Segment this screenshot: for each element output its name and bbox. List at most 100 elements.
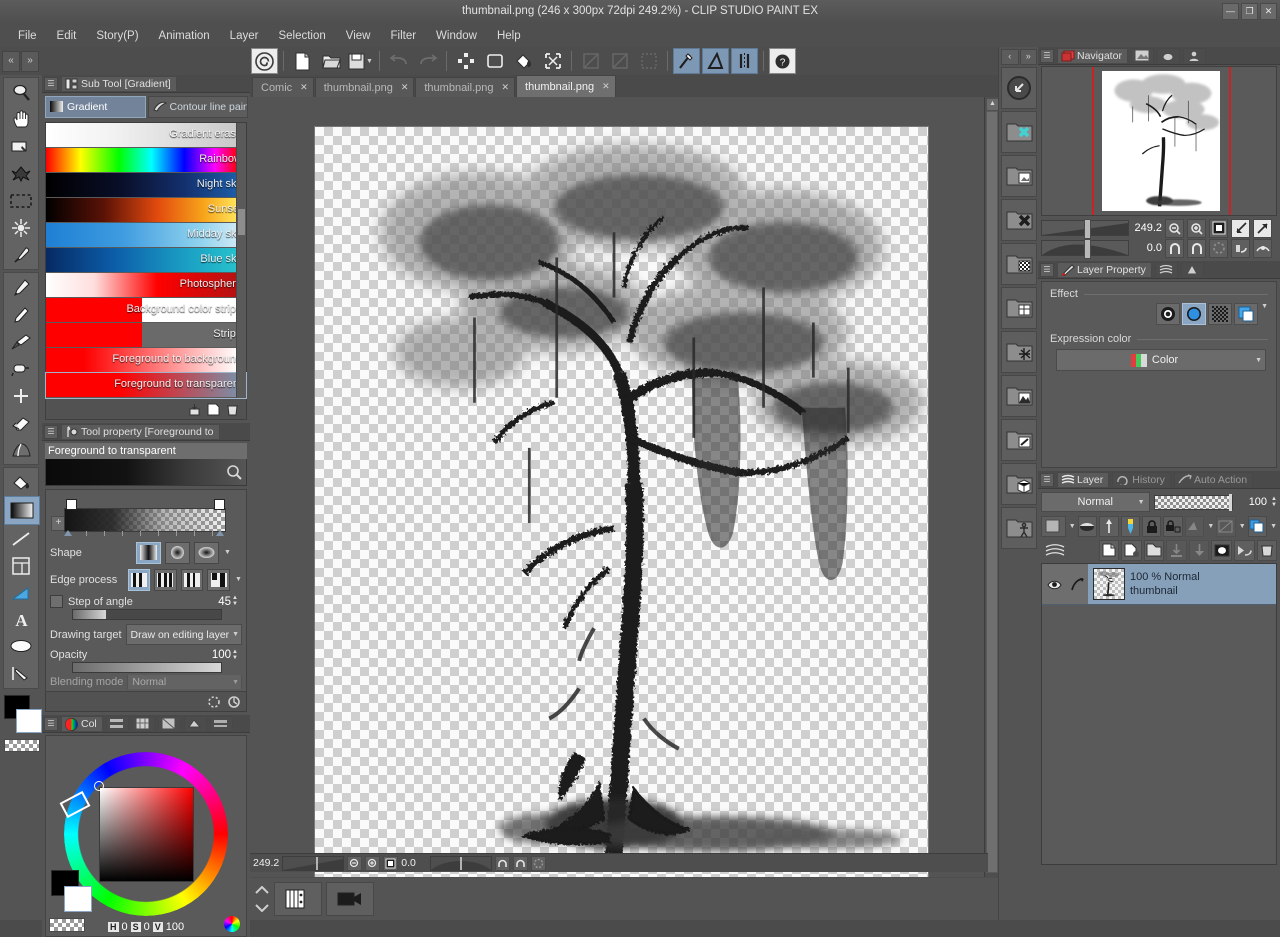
palette-menu-icon[interactable]: ☰ bbox=[1040, 262, 1054, 277]
pen-tool[interactable] bbox=[4, 274, 38, 301]
gradient-preset-row[interactable]: Midday sky bbox=[46, 223, 246, 248]
document-tab[interactable]: Comic ✕ bbox=[252, 77, 314, 97]
layer-mask-icon[interactable] bbox=[1211, 539, 1232, 561]
color-palette-swatches[interactable] bbox=[51, 870, 92, 914]
rotation-slider[interactable] bbox=[430, 855, 493, 871]
select-all-icon[interactable] bbox=[481, 48, 508, 74]
expression-color-dropdown[interactable]: Color ▼ bbox=[1056, 349, 1266, 371]
shape-circle-button[interactable] bbox=[165, 541, 190, 564]
delete-layer-icon[interactable] bbox=[1256, 539, 1278, 561]
palette-menu-icon[interactable]: ☰ bbox=[1040, 472, 1054, 487]
foreground-background-color[interactable] bbox=[4, 695, 42, 752]
tab-navigator[interactable]: Navigator bbox=[1057, 48, 1128, 63]
gradient-opacity-marker-end[interactable] bbox=[216, 530, 224, 536]
layer-color-toggle-icon[interactable] bbox=[1247, 515, 1268, 537]
tab-color-slider[interactable] bbox=[105, 716, 129, 731]
navigator-rotation-handle[interactable] bbox=[1084, 239, 1091, 259]
gradient-preset-row[interactable]: Foreground to background bbox=[46, 348, 246, 373]
opacity-spin-arrows[interactable]: ▲ ▼ bbox=[232, 649, 238, 661]
preview-icon[interactable] bbox=[1253, 238, 1272, 258]
open-file-icon[interactable] bbox=[318, 48, 345, 74]
border-effect-icon[interactable] bbox=[1156, 303, 1181, 325]
effect-visible-icon[interactable] bbox=[1216, 515, 1236, 537]
rotate-right-icon[interactable] bbox=[513, 855, 529, 871]
hand-tool[interactable] bbox=[4, 106, 38, 133]
combine-down-icon[interactable] bbox=[1188, 539, 1210, 561]
magnify-icon[interactable] bbox=[226, 464, 242, 480]
new-layer-with-icon[interactable] bbox=[1121, 539, 1142, 561]
material-monochrome-icon[interactable] bbox=[1001, 243, 1037, 285]
opacity-slider[interactable] bbox=[72, 662, 222, 673]
zoom-out-icon[interactable] bbox=[347, 855, 363, 871]
gradient-preset-row[interactable]: Night sky bbox=[46, 173, 246, 198]
eraser-tool[interactable] bbox=[4, 409, 38, 436]
palette-color-icon[interactable] bbox=[1041, 515, 1066, 537]
menu-story[interactable]: Story(P) bbox=[86, 27, 148, 45]
edge-repeat-button[interactable] bbox=[127, 568, 151, 591]
step-of-angle-checkbox[interactable] bbox=[50, 595, 63, 608]
edge-none-button[interactable] bbox=[180, 568, 204, 591]
document-tab-close-icon[interactable]: ✕ bbox=[300, 82, 308, 93]
palette-menu-icon[interactable]: ☰ bbox=[44, 716, 58, 731]
effect-dropdown-caret[interactable]: ▼ bbox=[1261, 303, 1268, 325]
material-close-icon[interactable] bbox=[1001, 111, 1037, 153]
document-tab-close-icon[interactable]: ✕ bbox=[501, 82, 509, 93]
correct-line-tool[interactable] bbox=[4, 660, 38, 687]
set-as-reference-layer-icon[interactable] bbox=[1099, 515, 1119, 537]
background-color-chip[interactable] bbox=[16, 709, 42, 733]
gradient-preset-row[interactable]: Foreground to transparent bbox=[45, 372, 247, 399]
maximize-button[interactable]: ❐ bbox=[1241, 3, 1258, 20]
layer-color-caret[interactable]: ▼ bbox=[1270, 523, 1277, 530]
create-new-sub-tool-icon[interactable] bbox=[206, 402, 221, 417]
tab-sub-view[interactable] bbox=[1130, 48, 1154, 63]
document-tab[interactable]: thumbnail.png ✕ bbox=[516, 75, 616, 97]
drawing-target-dropdown[interactable]: Draw on editing layer ▼ bbox=[125, 624, 242, 645]
saturation-value-cursor[interactable] bbox=[94, 781, 104, 791]
minimize-button[interactable]: — bbox=[1222, 3, 1239, 20]
reset-settings-icon[interactable] bbox=[206, 694, 221, 709]
new-layer-folder-icon[interactable] bbox=[1143, 539, 1165, 561]
gradient-preset-row[interactable]: Rainbow bbox=[46, 148, 246, 173]
transparent-color-chip[interactable] bbox=[4, 739, 40, 752]
perspective-icon[interactable] bbox=[702, 48, 729, 74]
menu-help[interactable]: Help bbox=[487, 27, 531, 45]
tab-sub-tool[interactable]: Sub Tool [Gradient] bbox=[61, 76, 177, 91]
tab-gradient-color[interactable] bbox=[209, 716, 233, 731]
quick-mask-icon[interactable] bbox=[1231, 238, 1250, 258]
palette-menu-icon[interactable]: ☰ bbox=[44, 424, 58, 439]
shape-dropdown-caret[interactable]: ▼ bbox=[224, 549, 231, 556]
transfer-down-icon[interactable] bbox=[1166, 539, 1187, 561]
fill-icon[interactable] bbox=[510, 48, 537, 74]
undo-icon[interactable] bbox=[385, 48, 412, 74]
zoom-in-icon[interactable] bbox=[365, 855, 381, 871]
material-scene-icon[interactable] bbox=[1001, 375, 1037, 417]
saturation-value-square[interactable] bbox=[99, 787, 194, 882]
tab-tone[interactable] bbox=[1180, 262, 1204, 277]
navigator-zoom-slider[interactable] bbox=[1041, 219, 1129, 239]
set-as-draft-layer-icon[interactable] bbox=[1120, 515, 1140, 537]
gradient-tool[interactable] bbox=[4, 496, 40, 525]
menu-layer[interactable]: Layer bbox=[220, 27, 269, 45]
opacity-stepper[interactable]: 100 ▲ ▼ bbox=[207, 649, 238, 662]
text-tool[interactable]: A bbox=[4, 606, 38, 633]
object-tool[interactable] bbox=[4, 160, 38, 187]
gradient-preset-row[interactable]: Background color stripe bbox=[46, 298, 246, 323]
selection-snap-icon[interactable] bbox=[635, 48, 662, 74]
edge-clip-button[interactable] bbox=[207, 568, 231, 591]
fill-tool[interactable] bbox=[4, 469, 38, 496]
material-bar-next-button[interactable]: » bbox=[1019, 49, 1037, 65]
menu-selection[interactable]: Selection bbox=[268, 27, 335, 45]
timeline-icon[interactable] bbox=[274, 882, 322, 916]
menu-file[interactable]: File bbox=[8, 27, 47, 45]
reset-rotation-icon[interactable] bbox=[1209, 238, 1228, 258]
delete-sub-tool-icon[interactable] bbox=[225, 402, 240, 417]
gradient-node-start[interactable] bbox=[66, 499, 77, 510]
tab-animation-folder[interactable] bbox=[1154, 262, 1178, 277]
document-tab-close-icon[interactable]: ✕ bbox=[602, 81, 610, 92]
shape-ellipse-button[interactable] bbox=[194, 541, 219, 564]
apply-mask-icon[interactable] bbox=[1233, 539, 1255, 561]
redo-icon[interactable] bbox=[414, 48, 441, 74]
material-3d-icon[interactable] bbox=[1001, 463, 1037, 505]
blend-tool[interactable] bbox=[4, 436, 38, 463]
rotate-left-icon[interactable] bbox=[1165, 238, 1184, 258]
